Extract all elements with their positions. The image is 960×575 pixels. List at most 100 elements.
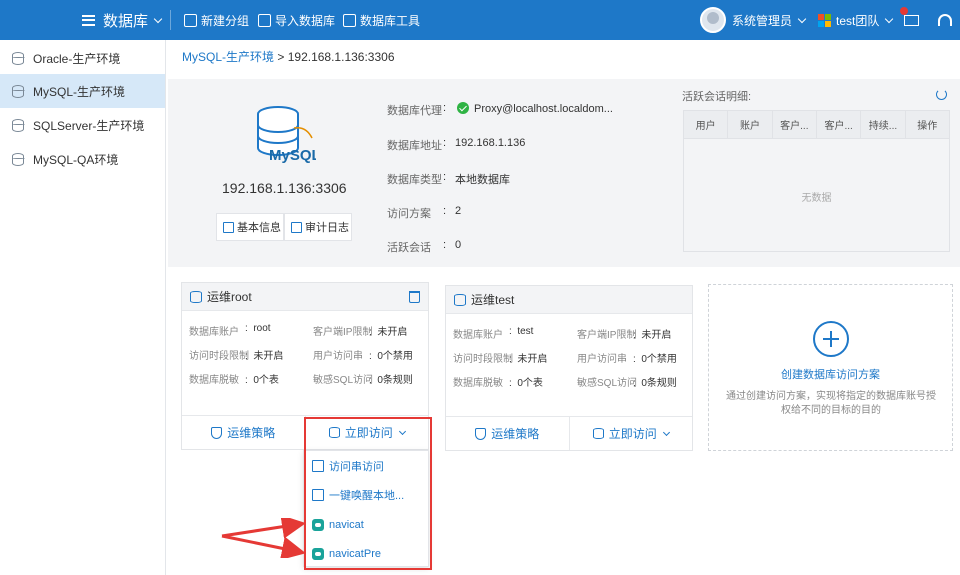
notification-dot [900, 6, 908, 15]
navicat-icon [312, 548, 324, 560]
launch-icon [312, 489, 324, 501]
ops-policy-label: 运维策略 [491, 427, 540, 441]
chevron-down-icon [398, 427, 406, 435]
sidebar-item-label: SQLServer-生产环境 [33, 118, 145, 133]
field-value-text: 0个禁用 [377, 351, 413, 362]
database-icon [592, 428, 604, 439]
field-value: : test [509, 326, 534, 337]
address-separator: : [443, 137, 447, 149]
database-icon [11, 118, 25, 132]
ops-policy-label: 运维策略 [227, 426, 276, 440]
database-account-icon [190, 290, 202, 303]
ops-policy-button[interactable]: 运维策略 [446, 417, 570, 450]
field-value: : 0条规则 [633, 378, 677, 389]
breadcrumb: MySQL-生产环境 > 192.168.1.136:3306 [182, 48, 395, 65]
ops-policy-button[interactable]: 运维策略 [182, 416, 306, 449]
divider [170, 10, 171, 30]
app-menu[interactable]: 数据库 [82, 0, 163, 40]
active-session-value: 0 [455, 239, 462, 251]
access-now-label: 立即访问 [608, 427, 657, 441]
menu-item-access-string[interactable]: 访问串访问 [312, 456, 384, 476]
field-label: 客户端IP限制 [313, 327, 373, 338]
log-icon [291, 221, 302, 233]
top-bar: 数据库 新建分组 导入数据库 数据库工具 系统管理员 test团队 [0, 0, 960, 40]
db-type-separator: : [443, 171, 447, 183]
sidebar-item-label: MySQL-QA环境 [33, 152, 119, 167]
arrow-to-navicat [221, 518, 306, 539]
active-session-title: 活跃会话明细: [682, 91, 752, 103]
field-label: 敏感SQL访问 [313, 375, 374, 386]
active-session-separator: : [443, 239, 447, 251]
empty-state: 无数据 [801, 193, 832, 204]
plus-icon[interactable] [813, 321, 849, 357]
field-value: : 0条规则 [369, 375, 413, 386]
sidebar-item-mysql-prod[interactable]: MySQL-生产环境 [0, 74, 165, 108]
avatar [700, 7, 726, 33]
menu-item-navicat[interactable]: navicat [312, 515, 364, 535]
field-label: 访问时段限制 [189, 351, 249, 362]
menu-item-launch-local[interactable]: 一键唤醒本地... [312, 485, 404, 505]
audit-log-button[interactable]: 审计日志 [284, 213, 352, 241]
team-menu[interactable]: test团队 [818, 0, 894, 40]
file-icon [312, 460, 324, 472]
column-header: 用户 [684, 111, 729, 138]
import-database-button[interactable]: 导入数据库 [258, 0, 335, 40]
proxy-label: 数据库代理 [387, 105, 442, 117]
field-value-text: 未开启 [641, 330, 672, 341]
user-menu[interactable]: 系统管理员 [700, 0, 807, 40]
card-header: 运维test [446, 286, 692, 314]
field-value: : 未开启 [369, 327, 408, 338]
breadcrumb-separator: > [277, 50, 285, 64]
database-tools-button[interactable]: 数据库工具 [343, 0, 420, 40]
access-card-test: 运维test 数据库账户 : test 客户端IP限制 : 未开启 访问时段限制… [445, 285, 693, 451]
field-label: 数据库账户 [189, 327, 239, 338]
database-icon [11, 51, 25, 65]
access-now-button[interactable]: 立即访问 [306, 416, 429, 449]
field-value: : 0个表 [509, 378, 543, 389]
shield-icon [475, 427, 487, 440]
database-icon [11, 152, 25, 166]
column-header: 持续... [861, 111, 906, 138]
sidebar-item-label: Oracle-生产环境 [33, 51, 121, 66]
field-label: 客户端IP限制 [577, 330, 637, 341]
card-title: 运维test [471, 293, 515, 307]
shield-icon [211, 426, 223, 439]
basic-info-label: 基本信息 [237, 222, 281, 234]
import-icon [258, 13, 271, 27]
field-value: : 未开启 [633, 330, 672, 341]
refresh-icon[interactable] [936, 89, 947, 100]
field-value-text: 未开启 [377, 327, 408, 338]
message-button[interactable] [900, 0, 919, 40]
support-button[interactable] [938, 0, 952, 40]
sidebar-item-oracle-prod[interactable]: Oracle-生产环境 [0, 41, 165, 75]
card-footer: 运维策略 立即访问 [182, 415, 428, 449]
proxy-value: Proxy@localhost.localdom... [457, 102, 613, 115]
edit-icon [223, 221, 234, 233]
headset-icon [938, 14, 952, 26]
trash-icon[interactable] [409, 291, 420, 303]
basic-info-button[interactable]: 基本信息 [216, 213, 284, 241]
field-value-text: 0个表 [517, 378, 543, 389]
field-value: : 0个禁用 [369, 351, 413, 362]
audit-log-label: 审计日志 [305, 222, 349, 234]
sidebar-item-sqlserver-prod[interactable]: SQLServer-生产环境 [0, 108, 165, 142]
new-group-button[interactable]: 新建分组 [184, 0, 249, 40]
chevron-down-icon [662, 428, 670, 436]
team-icon [818, 13, 831, 27]
field-value-text: test [517, 326, 534, 337]
database-account-icon [454, 293, 466, 306]
app-title: 数据库 [103, 12, 149, 30]
field-value-text: root [253, 323, 271, 334]
access-now-label: 立即访问 [344, 426, 393, 440]
field-label: 数据库账户 [453, 330, 503, 341]
sidebar-item-mysql-qa[interactable]: MySQL-QA环境 [0, 142, 165, 176]
mail-icon [900, 6, 919, 26]
team-name: test团队 [836, 13, 880, 28]
access-now-button[interactable]: 立即访问 [570, 417, 693, 450]
field-value: : 未开启 [509, 354, 548, 365]
hamburger-icon [82, 14, 95, 26]
create-access-scheme-link[interactable]: 创建数据库访问方案 [708, 366, 953, 382]
menu-item-navicatpre[interactable]: navicatPre [312, 544, 381, 564]
field-label: 访问时段限制 [453, 354, 513, 365]
breadcrumb-parent-link[interactable]: MySQL-生产环境 [182, 50, 274, 64]
